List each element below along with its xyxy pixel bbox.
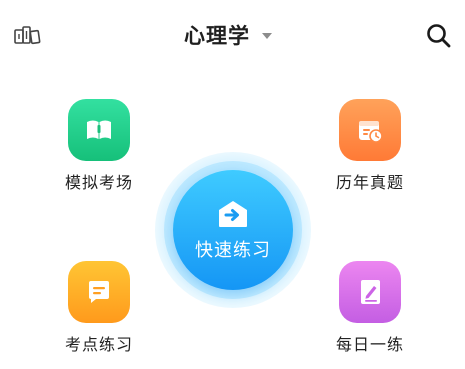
quick-practice-button[interactable]: 快速练习: [155, 152, 311, 308]
past-papers-button[interactable]: 历年真题: [331, 99, 409, 193]
topic-practice-label: 考点练习: [64, 335, 133, 354]
library-icon: [14, 26, 41, 45]
daily-practice-icon-tile: [339, 261, 401, 323]
subject-selector[interactable]: 心理学: [184, 16, 272, 54]
arrow-envelope-icon: [219, 201, 247, 227]
topic-practice-icon-tile: [68, 261, 130, 323]
caret-down-icon: [262, 33, 272, 39]
calendar-clock-icon: [359, 121, 383, 143]
topic-practice-button[interactable]: 考点练习: [60, 261, 138, 355]
page-title: 心理学: [184, 24, 250, 48]
daily-practice-button[interactable]: 每日一练: [331, 261, 409, 355]
message-icon: [89, 281, 109, 303]
search-icon: [427, 24, 451, 48]
edit-icon: [361, 280, 380, 304]
home-screen: 心理学 模拟考场 历年真题 快速练习 考点练习 每日一练: [0, 0, 465, 369]
past-papers-label: 历年真题: [335, 173, 404, 192]
book-icon: [87, 120, 111, 139]
mock-exam-label: 模拟考场: [64, 173, 133, 192]
mock-exam-icon-tile: [68, 99, 130, 161]
search-button[interactable]: [424, 21, 454, 51]
quick-practice-core: 快速练习: [173, 170, 293, 290]
past-papers-icon-tile: [339, 99, 401, 161]
library-button[interactable]: [12, 22, 44, 48]
quick-practice-ring: 快速练习: [164, 161, 302, 299]
daily-practice-label: 每日一练: [335, 335, 404, 354]
mock-exam-button[interactable]: 模拟考场: [60, 99, 138, 193]
quick-practice-label: 快速练习: [195, 240, 271, 261]
